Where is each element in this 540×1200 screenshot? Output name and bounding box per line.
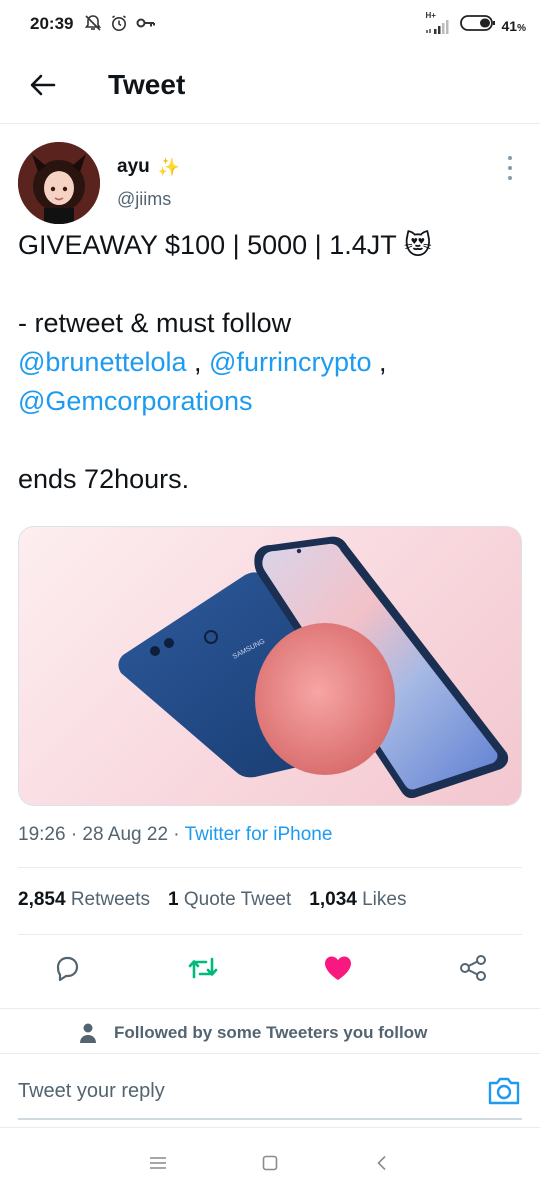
home-nav-button[interactable] — [255, 1150, 285, 1180]
camera-button[interactable] — [486, 1074, 522, 1108]
status-time: 20:39 — [30, 14, 74, 33]
followed-by-text: Followed by some Tweeters you follow — [114, 1023, 428, 1042]
avatar[interactable] — [18, 142, 100, 224]
square-icon — [262, 1155, 278, 1176]
menu-nav-button[interactable] — [143, 1150, 173, 1180]
alarm-off-icon — [84, 14, 102, 37]
reply-input[interactable] — [18, 1070, 458, 1112]
likes-stat[interactable]: 1,034 Likes — [309, 889, 406, 911]
retweet-button[interactable] — [185, 952, 221, 988]
divider — [18, 867, 522, 868]
tweet-actions — [0, 948, 540, 994]
retweet-icon — [187, 953, 219, 988]
heart-icon — [323, 954, 353, 987]
divider — [18, 934, 522, 935]
signal-icon: H+ — [424, 11, 454, 37]
alarm-clock-icon — [110, 14, 128, 37]
battery-percent: 41% — [501, 17, 526, 34]
mention-link[interactable]: @Gemcorporations — [18, 386, 253, 416]
arrow-left-icon — [30, 74, 56, 101]
camera-icon — [486, 1077, 522, 1112]
page-title: Tweet — [108, 69, 186, 100]
sparkles-icon: ✨ — [157, 156, 181, 177]
person-icon — [78, 1022, 98, 1049]
more-options-button[interactable] — [500, 156, 520, 180]
share-button[interactable] — [455, 952, 491, 988]
tweet-timestamp: 19:26 · 28 Aug 22 · — [18, 824, 185, 845]
more-dot-icon — [508, 176, 512, 180]
retweets-stat[interactable]: 2,854 Retweets — [18, 889, 150, 911]
back-button[interactable] — [24, 68, 62, 106]
tweet-source-link[interactable]: Twitter for iPhone — [185, 824, 333, 845]
tweet-meta: 19:26 · 28 Aug 22 · Twitter for iPhone — [18, 824, 332, 846]
reply-button[interactable] — [49, 952, 85, 988]
back-nav-button[interactable] — [367, 1150, 397, 1180]
mention-link[interactable]: @furrincrypto — [209, 347, 371, 377]
author-handle[interactable]: @jiims — [117, 189, 171, 210]
more-dot-icon — [508, 156, 512, 160]
key-icon — [136, 16, 156, 35]
tweet-text: GIVEAWAY $100 | 5000 | 1.4JT 😻 - retweet… — [18, 226, 523, 499]
share-icon — [458, 953, 488, 988]
app-header: Tweet — [0, 50, 540, 124]
more-dot-icon — [508, 166, 512, 170]
quote-tweets-stat[interactable]: 1 Quote Tweet — [168, 889, 291, 911]
author-name[interactable]: ayu ✨ — [117, 156, 180, 178]
reply-underline — [18, 1118, 522, 1120]
mention-link[interactable]: @brunettelola — [18, 347, 187, 377]
tweet-media-image[interactable]: SAMSUNG — [18, 526, 522, 806]
chevron-left-icon — [376, 1155, 388, 1176]
tweet-stats: 2,854 Retweets 1 Quote Tweet 1,034 Likes — [18, 889, 406, 911]
tweet-line: ends 72hours. — [18, 464, 190, 494]
followed-by-bar[interactable]: Followed by some Tweeters you follow — [0, 1008, 540, 1054]
reply-bar — [0, 1054, 540, 1128]
like-button[interactable] — [320, 952, 356, 988]
battery-icon — [459, 14, 496, 37]
status-bar: 20:39 H+ 41% — [0, 0, 540, 50]
tweet-line: - retweet & must follow — [18, 308, 292, 338]
tweet-line: GIVEAWAY $100 | 5000 | 1.4JT 😻 — [18, 230, 432, 260]
system-nav-bar — [0, 1128, 540, 1200]
reply-icon — [52, 953, 82, 988]
menu-icon — [149, 1156, 167, 1175]
